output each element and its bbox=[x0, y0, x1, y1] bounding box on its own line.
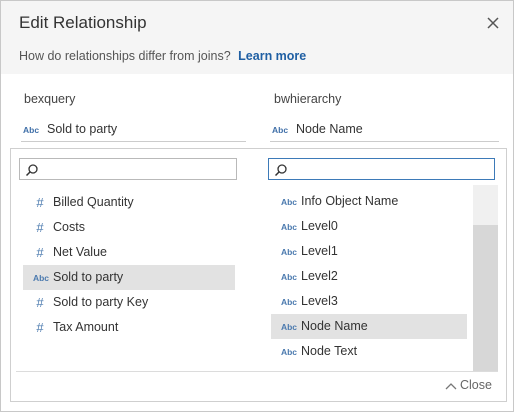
list-item-label: Node Text bbox=[301, 344, 358, 358]
chevron-up-icon bbox=[445, 382, 457, 390]
list-item[interactable]: # Net Value bbox=[23, 240, 235, 265]
list-item[interactable]: Abc Sold to party bbox=[23, 265, 235, 290]
search-icon bbox=[25, 164, 38, 177]
list-item[interactable]: Abc Level1 bbox=[271, 239, 467, 264]
right-selected-field: Node Name bbox=[296, 122, 363, 136]
list-item[interactable]: Abc Level0 bbox=[271, 214, 467, 239]
list-item-label: Level3 bbox=[301, 294, 338, 308]
learn-more-link[interactable]: Learn more bbox=[238, 49, 306, 63]
list-item[interactable]: Abc Info Object Name bbox=[271, 189, 467, 214]
list-item[interactable]: Abc Level3 bbox=[271, 289, 467, 314]
list-item[interactable]: Abc Node Text bbox=[271, 339, 467, 364]
number-type-icon: # bbox=[36, 320, 44, 335]
list-item[interactable]: Abc Node Name bbox=[271, 314, 467, 339]
string-type-icon: Abc bbox=[280, 247, 298, 257]
footer-divider bbox=[16, 371, 498, 372]
string-type-icon: Abc bbox=[23, 125, 40, 135]
string-type-icon: Abc bbox=[280, 272, 298, 282]
list-item-label: Sold to party bbox=[53, 270, 124, 284]
list-item-label: Info Object Name bbox=[301, 194, 399, 208]
search-icon bbox=[274, 164, 287, 177]
subtitle-text: How do relationships differ from joins? bbox=[19, 49, 231, 63]
string-type-icon: Abc bbox=[280, 347, 298, 357]
left-search-box[interactable] bbox=[19, 158, 237, 180]
list-item-label: Level2 bbox=[301, 269, 338, 283]
list-item[interactable]: # Costs bbox=[23, 215, 235, 240]
list-item-label: Net Value bbox=[53, 245, 107, 259]
dialog-header: Edit Relationship How do relationships d… bbox=[1, 1, 513, 74]
string-type-icon: Abc bbox=[280, 222, 298, 232]
string-type-icon: Abc bbox=[272, 125, 289, 135]
edit-relationship-dialog: Edit Relationship How do relationships d… bbox=[0, 0, 514, 412]
left-selected-field: Sold to party bbox=[47, 122, 118, 136]
scrollbar-thumb[interactable] bbox=[473, 225, 498, 371]
list-item-label: Tax Amount bbox=[53, 320, 119, 334]
right-source-name: bwhierarchy bbox=[274, 92, 342, 106]
dialog-subtitle: How do relationships differ from joins? … bbox=[19, 49, 306, 63]
list-item-label: Node Name bbox=[301, 319, 368, 333]
list-item[interactable]: # Sold to party Key bbox=[23, 290, 235, 315]
list-item-label: Level1 bbox=[301, 244, 338, 258]
left-source-name: bexquery bbox=[24, 92, 76, 106]
number-type-icon: # bbox=[36, 245, 44, 260]
list-item[interactable]: # Tax Amount bbox=[23, 315, 235, 340]
string-type-icon: Abc bbox=[32, 273, 50, 283]
list-item-label: Sold to party Key bbox=[53, 295, 149, 309]
list-item[interactable]: # Billed Quantity bbox=[23, 190, 235, 215]
string-type-icon: Abc bbox=[280, 197, 298, 207]
string-type-icon: Abc bbox=[280, 322, 298, 332]
number-type-icon: # bbox=[36, 195, 44, 210]
right-search-input[interactable] bbox=[291, 161, 488, 177]
list-item-label: Billed Quantity bbox=[53, 195, 134, 209]
left-search-input[interactable] bbox=[42, 161, 230, 177]
list-item-label: Costs bbox=[53, 220, 85, 234]
string-type-icon: Abc bbox=[280, 297, 298, 307]
close-label: Close bbox=[460, 378, 492, 392]
left-field-selector[interactable]: Abc Sold to party bbox=[21, 113, 246, 142]
right-field-selector[interactable]: Abc Node Name bbox=[270, 113, 499, 142]
close-button[interactable]: Close bbox=[445, 378, 492, 392]
list-item-label: Level0 bbox=[301, 219, 338, 233]
right-search-box[interactable] bbox=[268, 158, 495, 180]
dialog-title: Edit Relationship bbox=[19, 13, 147, 32]
number-type-icon: # bbox=[36, 220, 44, 235]
number-type-icon: # bbox=[36, 295, 44, 310]
list-item[interactable]: Abc Level2 bbox=[271, 264, 467, 289]
close-icon[interactable] bbox=[485, 15, 501, 31]
